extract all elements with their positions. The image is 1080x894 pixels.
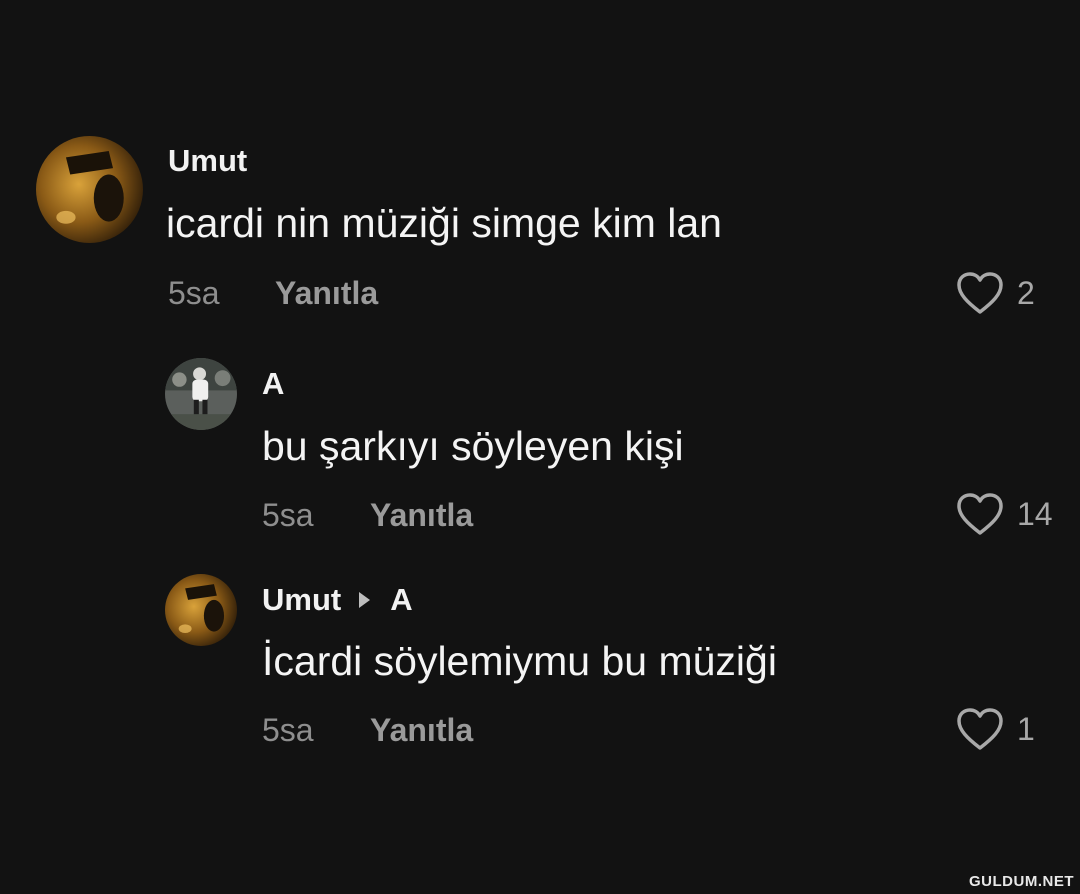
comment-text: bu şarkıyı söyleyen kişi bbox=[262, 423, 684, 469]
username-text[interactable]: Umut bbox=[168, 143, 247, 179]
like-count: 14 bbox=[1017, 495, 1053, 532]
reply-button[interactable]: Yanıtla bbox=[370, 712, 473, 749]
like-count: 2 bbox=[1017, 274, 1035, 311]
avatar-photo-icon bbox=[165, 358, 237, 430]
comment-text: icardi nin müziği simge kim lan bbox=[166, 200, 722, 246]
username-text[interactable]: Umut bbox=[262, 582, 341, 618]
heart-icon bbox=[957, 272, 1003, 314]
comment-time: 5sa bbox=[262, 497, 314, 533]
avatar[interactable] bbox=[165, 574, 237, 646]
watermark: GULDUM.NET bbox=[969, 873, 1074, 890]
like-button[interactable]: 14 bbox=[955, 491, 1053, 537]
reply-button[interactable]: Yanıtla bbox=[275, 275, 378, 312]
comment-text: İcardi söylemiymu bu müziği bbox=[262, 638, 777, 684]
reply-arrow-icon bbox=[359, 592, 371, 608]
like-button[interactable]: 1 bbox=[955, 706, 1035, 752]
avatar-photo-icon bbox=[36, 136, 143, 243]
avatar[interactable] bbox=[36, 136, 143, 243]
comment-username[interactable]: A bbox=[262, 366, 284, 402]
like-button[interactable]: 2 bbox=[955, 270, 1035, 316]
reply-button[interactable]: Yanıtla bbox=[370, 497, 473, 534]
username-text[interactable]: A bbox=[262, 366, 284, 402]
comment-username[interactable]: Umut bbox=[168, 143, 247, 179]
comment-username[interactable]: Umut A bbox=[262, 582, 413, 618]
heart-icon bbox=[957, 493, 1003, 535]
like-count: 1 bbox=[1017, 710, 1035, 747]
comment-time: 5sa bbox=[168, 275, 220, 311]
comment-time: 5sa bbox=[262, 712, 314, 748]
reply-to-username[interactable]: A bbox=[390, 582, 412, 618]
avatar[interactable] bbox=[165, 358, 237, 430]
avatar-photo-icon bbox=[165, 574, 237, 646]
heart-icon bbox=[957, 708, 1003, 750]
